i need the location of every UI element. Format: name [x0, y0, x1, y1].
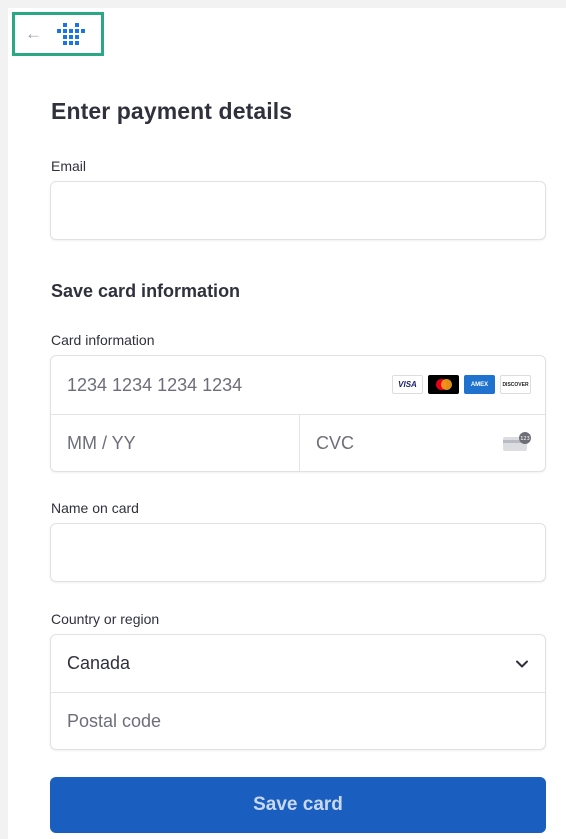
name-on-card-value [51, 524, 545, 581]
country-selected-value: Canada [67, 653, 131, 673]
page-title: Enter payment details [51, 98, 293, 124]
cvc-card-icon: 123 [503, 432, 531, 451]
country-label: Country or region [51, 611, 160, 627]
header-bar: ← [12, 12, 104, 56]
expiry-input[interactable]: MM / YY [51, 415, 299, 472]
mastercard-icon [428, 375, 459, 394]
card-brands: VISA AMEX DISCOVER [392, 375, 531, 394]
email-field[interactable] [50, 181, 546, 240]
email-label: Email [51, 158, 87, 174]
card-information-label: Card information [51, 332, 155, 348]
country-postal-group: Canada Postal code [50, 634, 546, 750]
grid-logo-icon [57, 23, 85, 45]
postal-code-placeholder: Postal code [67, 711, 162, 731]
name-on-card-field[interactable] [50, 523, 546, 582]
visa-icon: VISA [392, 375, 423, 394]
card-number-placeholder: 1234 1234 1234 1234 [67, 374, 243, 395]
postal-code-input[interactable]: Postal code [51, 693, 545, 750]
email-value [51, 182, 545, 239]
arrow-left-icon[interactable]: ← [25, 25, 43, 43]
save-card-section-title: Save card information [51, 281, 241, 301]
chevron-down-icon [516, 660, 528, 668]
card-information-group: 1234 1234 1234 1234 VISA AMEX DISCOVER M… [50, 355, 546, 472]
discover-icon: DISCOVER [500, 375, 531, 394]
amex-icon: AMEX [464, 375, 495, 394]
expiry-placeholder: MM / YY [67, 433, 136, 453]
save-card-button[interactable]: Save card [50, 777, 546, 833]
svg-text:123: 123 [520, 436, 530, 442]
name-on-card-label: Name on card [51, 500, 139, 516]
cvc-placeholder: CVC [316, 433, 355, 453]
country-select[interactable]: Canada [51, 635, 545, 692]
